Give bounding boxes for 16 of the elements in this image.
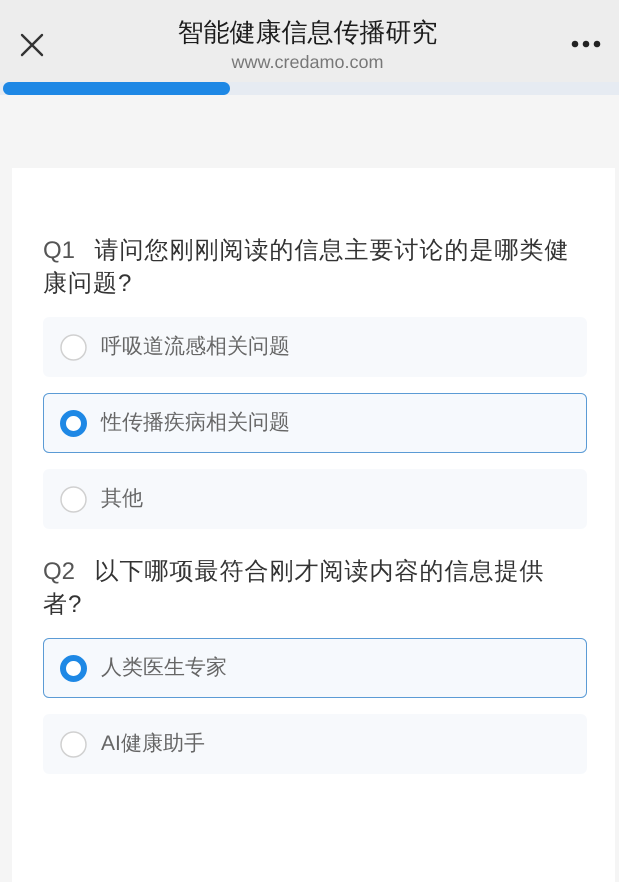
radio-icon[interactable] xyxy=(60,334,87,360)
answer-option[interactable]: AI健康助手 xyxy=(43,714,587,774)
answer-option[interactable]: 人类医生专家 xyxy=(43,638,587,698)
radio-icon[interactable] xyxy=(60,486,87,512)
page-url: www.credamo.com xyxy=(230,52,385,74)
page-title: 智能健康信息传播研究 xyxy=(176,17,438,48)
radio-icon[interactable] xyxy=(60,410,87,436)
answer-option[interactable]: 性传播疾病相关问题 xyxy=(43,393,587,453)
question-title: Q1 请问您刚刚阅读的信息主要讨论的是哪类健康问题? xyxy=(43,236,571,299)
radio-icon[interactable] xyxy=(60,654,87,682)
answer-option[interactable]: 其他 xyxy=(43,469,587,529)
radio-icon[interactable] xyxy=(60,730,87,758)
question-title: Q2 以下哪项最符合刚才阅读内容的信息提供者? xyxy=(43,557,546,620)
close-icon[interactable] xyxy=(20,33,44,57)
more-icon[interactable] xyxy=(571,40,601,48)
answer-option[interactable]: 呼吸道流感相关问题 xyxy=(43,317,587,377)
